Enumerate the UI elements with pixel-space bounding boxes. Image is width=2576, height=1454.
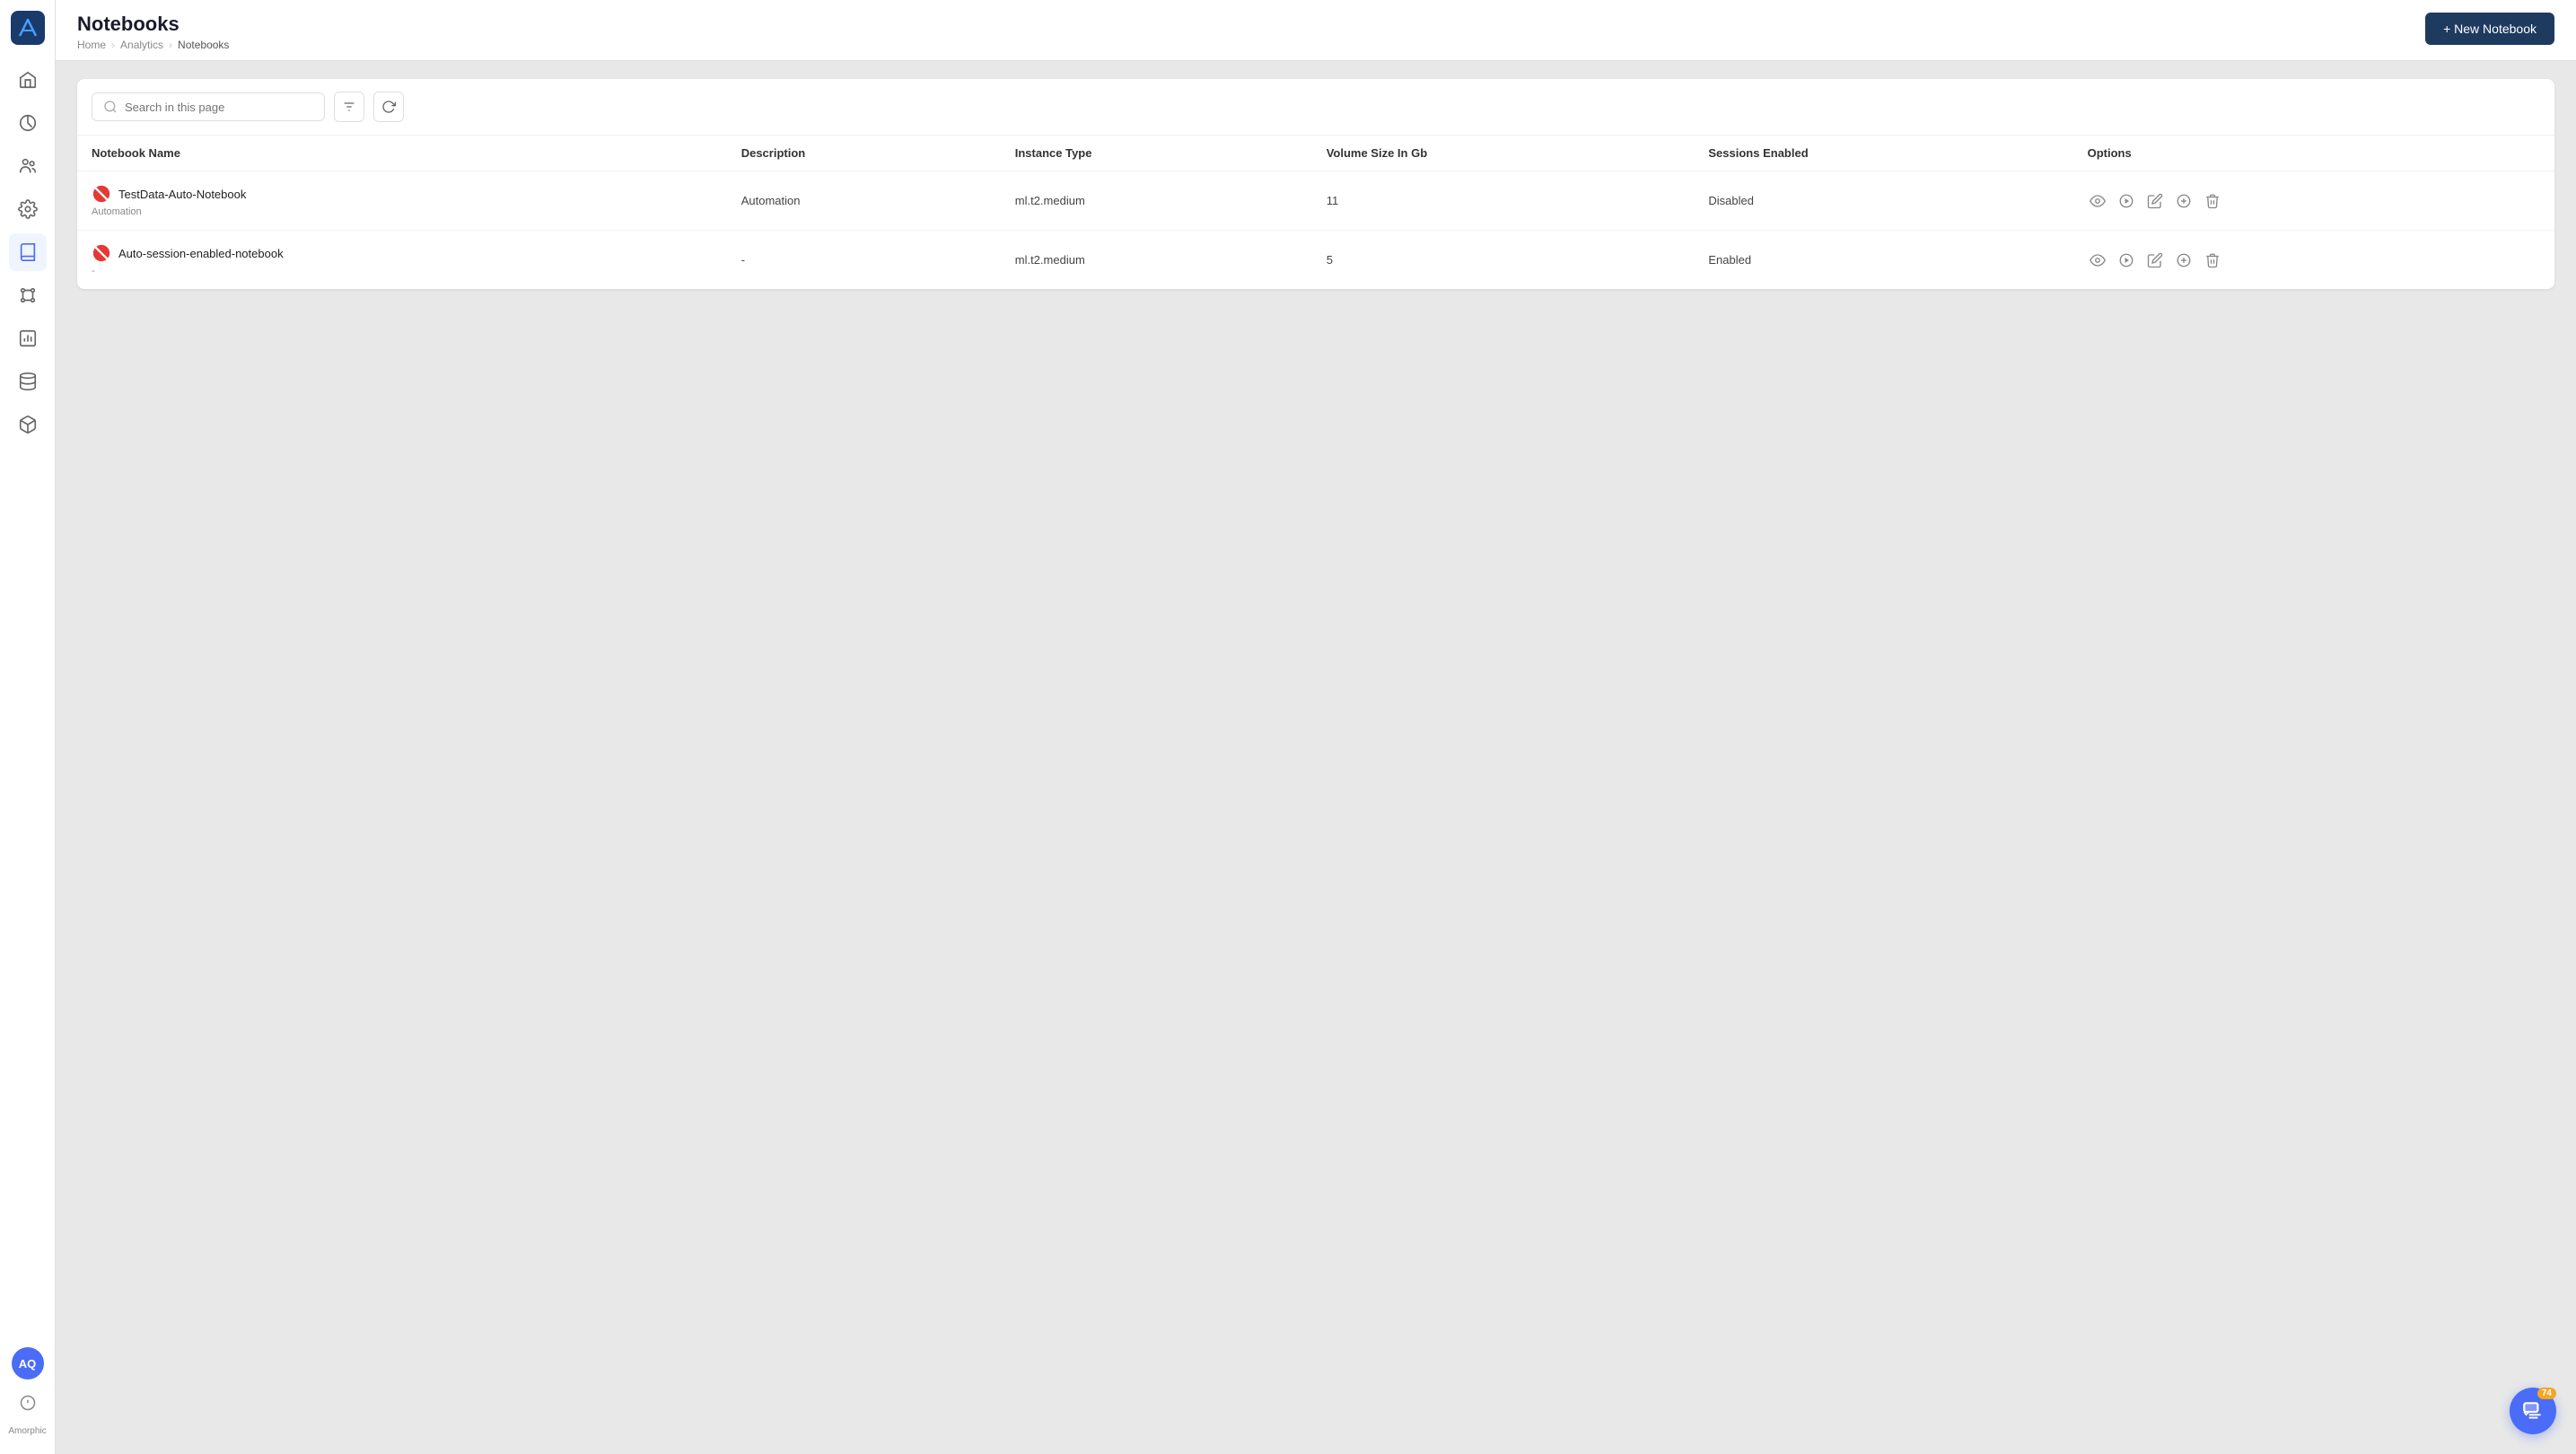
header-left: Notebooks Home › Analytics › Notebooks <box>77 13 229 51</box>
search-icon <box>103 100 118 114</box>
info-icon[interactable] <box>12 1387 44 1419</box>
view-icon-2[interactable] <box>2088 250 2107 270</box>
chat-badge-count: 74 <box>2537 1388 2556 1399</box>
delete-icon-2[interactable] <box>2203 250 2222 270</box>
edit-icon-2[interactable] <box>2145 250 2165 270</box>
table-header: Notebook Name Description Instance Type … <box>77 136 2554 171</box>
sidebar-item-datasets[interactable] <box>9 363 47 400</box>
breadcrumb-home[interactable]: Home <box>77 39 106 51</box>
search-input[interactable] <box>125 101 313 114</box>
sidebar-nav <box>9 61 47 1347</box>
status-error-icon-2 <box>92 243 111 263</box>
notebook-name-cell-2: Auto-session-enabled-notebook - <box>77 231 727 290</box>
breadcrumb-analytics[interactable]: Analytics <box>120 39 163 51</box>
sidebar-item-settings[interactable] <box>9 190 47 228</box>
play-icon-2[interactable] <box>2116 250 2136 270</box>
sidebar-item-home[interactable] <box>9 61 47 99</box>
clone-icon-2[interactable] <box>2174 250 2194 270</box>
breadcrumb-current: Notebooks <box>178 39 229 51</box>
notebook-sessions-2: Enabled <box>1694 231 2072 290</box>
notebooks-table-container: Notebook Name Description Instance Type … <box>77 79 2554 289</box>
sidebar-item-users[interactable] <box>9 147 47 185</box>
notebooks-table: Notebook Name Description Instance Type … <box>77 136 2554 289</box>
refresh-button[interactable] <box>373 92 404 122</box>
filter-button[interactable] <box>334 92 364 122</box>
notebook-tag-2: - <box>92 266 713 276</box>
content-area: Notebook Name Description Instance Type … <box>56 61 2576 1454</box>
notebook-instance-1: ml.t2.medium <box>1001 171 1312 231</box>
col-header-options: Options <box>2073 136 2554 171</box>
notebook-options-1 <box>2073 171 2554 231</box>
notebook-options-2 <box>2073 231 2554 290</box>
notebook-instance-2: ml.t2.medium <box>1001 231 1312 290</box>
table-row: Auto-session-enabled-notebook - - ml.t2.… <box>77 231 2554 290</box>
breadcrumb-sep-1: › <box>111 39 115 51</box>
page-title: Notebooks <box>77 13 229 36</box>
notebook-volume-1: 11 <box>1312 171 1695 231</box>
col-header-sessions: Sessions Enabled <box>1694 136 2072 171</box>
clone-icon-1[interactable] <box>2174 191 2194 211</box>
new-notebook-button[interactable]: + New Notebook <box>2425 13 2554 45</box>
sidebar-bottom: AQ Amorphic <box>4 1347 49 1443</box>
delete-icon-1[interactable] <box>2203 191 2222 211</box>
play-icon-1[interactable] <box>2116 191 2136 211</box>
sidebar-item-analytics[interactable] <box>9 104 47 142</box>
status-error-icon-1 <box>92 184 111 204</box>
notebook-name-2: Auto-session-enabled-notebook <box>118 247 284 260</box>
col-header-volume: Volume Size In Gb <box>1312 136 1695 171</box>
breadcrumb-sep-2: › <box>169 39 172 51</box>
user-avatar[interactable]: AQ <box>12 1347 44 1380</box>
notebook-tag-1: Automation <box>92 206 713 217</box>
sidebar: AQ Amorphic <box>0 0 56 1454</box>
sidebar-item-packages[interactable] <box>9 406 47 443</box>
col-header-description: Description <box>727 136 1001 171</box>
sidebar-item-reports[interactable] <box>9 320 47 357</box>
sidebar-item-pipelines[interactable] <box>9 276 47 314</box>
breadcrumb: Home › Analytics › Notebooks <box>77 39 229 51</box>
app-logo[interactable] <box>11 11 45 45</box>
notebook-desc-2: - <box>727 231 1001 290</box>
chat-icon <box>2521 1399 2545 1423</box>
edit-icon-1[interactable] <box>2145 191 2165 211</box>
table-body: TestData-Auto-Notebook Automation Automa… <box>77 171 2554 290</box>
sidebar-item-notebooks[interactable] <box>9 233 47 271</box>
page-header: Notebooks Home › Analytics › Notebooks +… <box>56 0 2576 61</box>
search-box[interactable] <box>92 92 325 121</box>
col-header-instance: Instance Type <box>1001 136 1312 171</box>
brand-label: Amorphic <box>4 1426 49 1436</box>
notebook-name-1: TestData-Auto-Notebook <box>118 188 246 201</box>
notebook-volume-2: 5 <box>1312 231 1695 290</box>
col-header-name: Notebook Name <box>77 136 727 171</box>
view-icon-1[interactable] <box>2088 191 2107 211</box>
notebook-sessions-1: Disabled <box>1694 171 2072 231</box>
main-content: Notebooks Home › Analytics › Notebooks +… <box>56 0 2576 1454</box>
notebook-desc-1: Automation <box>727 171 1001 231</box>
notebook-name-cell-1: TestData-Auto-Notebook Automation <box>77 171 727 231</box>
table-toolbar <box>77 79 2554 136</box>
table-row: TestData-Auto-Notebook Automation Automa… <box>77 171 2554 231</box>
chat-badge[interactable]: 74 <box>2510 1388 2556 1434</box>
